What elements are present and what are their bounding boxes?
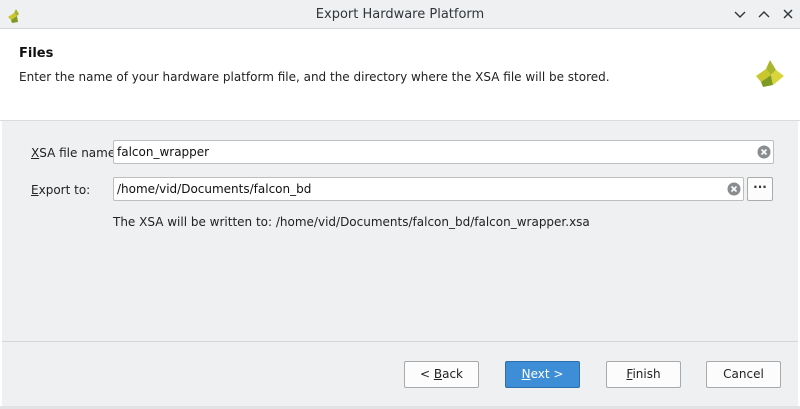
finish-button[interactable]: Finish: [606, 361, 681, 388]
page-description: Enter the name of your hardware platform…: [19, 70, 610, 84]
export-to-input[interactable]: /home/vid/Documents/falcon_bd: [113, 177, 744, 201]
close-icon[interactable]: [780, 6, 796, 22]
clear-circle-icon[interactable]: [757, 145, 771, 159]
wizard-footer: < Back Next > Finish Cancel: [2, 341, 798, 409]
xilinx-logo-icon: [752, 54, 788, 90]
form-panel: XSA file name: falcon_wrapper Export to:…: [2, 121, 798, 341]
title-bar: Export Hardware Platform: [0, 0, 800, 29]
xsa-file-name-label: XSA file name:: [31, 146, 120, 160]
maximize-icon[interactable]: [756, 6, 772, 22]
page-title: Files: [19, 46, 54, 61]
xsa-file-name-input[interactable]: falcon_wrapper: [113, 140, 774, 164]
next-button[interactable]: Next >: [505, 361, 580, 388]
export-to-label: Export to:: [31, 183, 91, 197]
browse-button[interactable]: ···: [747, 177, 773, 201]
window-title: Export Hardware Platform: [315, 7, 485, 22]
wizard-header: Files Enter the name of your hardware pl…: [0, 29, 800, 121]
export-to-value: /home/vid/Documents/falcon_bd: [117, 182, 312, 196]
back-button[interactable]: < Back: [404, 361, 479, 388]
clear-circle-icon[interactable]: [727, 182, 741, 196]
minimize-icon[interactable]: [732, 6, 748, 22]
cancel-button[interactable]: Cancel: [706, 361, 781, 388]
xsa-output-path-note: The XSA will be written to: /home/vid/Do…: [113, 215, 590, 229]
xsa-file-name-value: falcon_wrapper: [117, 145, 210, 159]
